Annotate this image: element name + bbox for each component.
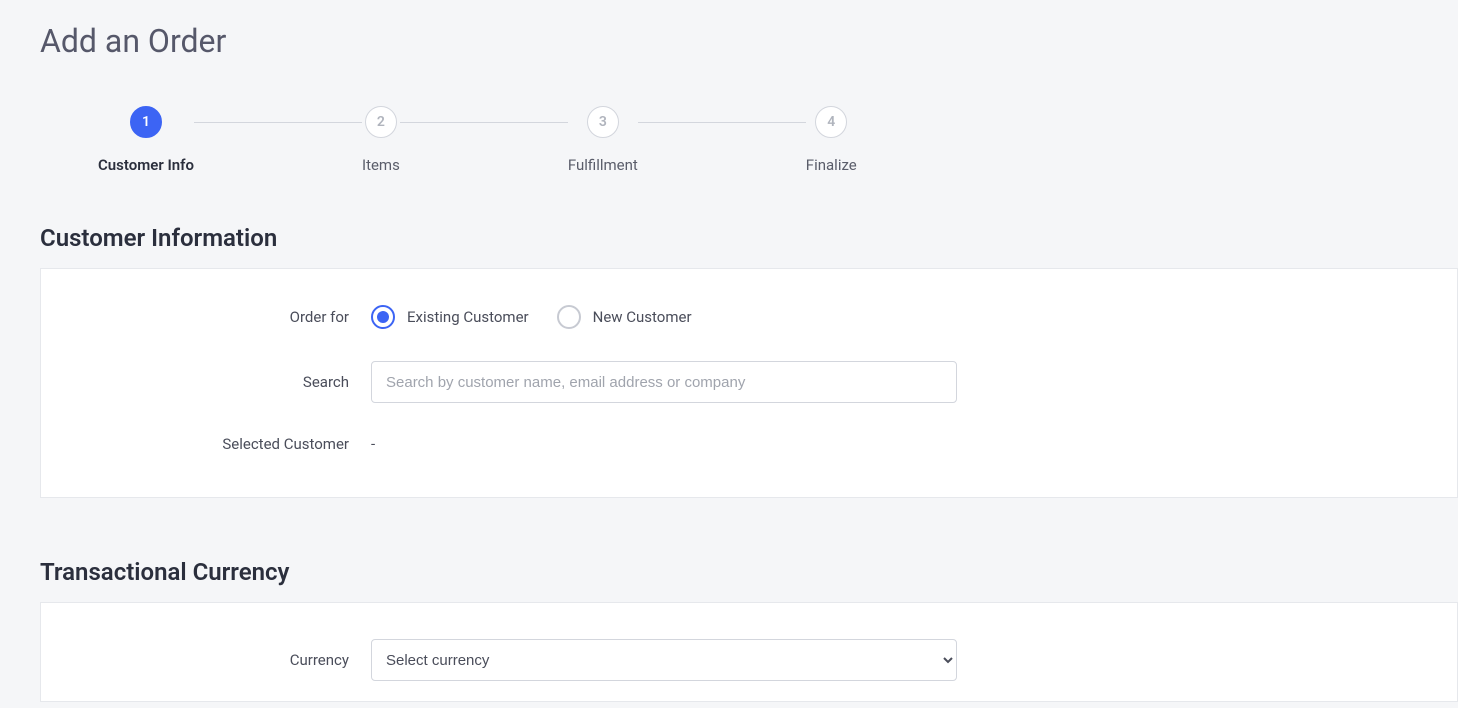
step-items[interactable]: 2 Items bbox=[362, 106, 400, 174]
step-number: 1 bbox=[130, 106, 162, 138]
transactional-currency-heading: Transactional Currency bbox=[40, 558, 1458, 586]
step-label: Customer Info bbox=[98, 156, 194, 174]
currency-select[interactable]: Select currency bbox=[371, 639, 957, 681]
currency-panel: Currency Select currency bbox=[40, 602, 1458, 702]
step-connector bbox=[400, 122, 568, 123]
step-number: 2 bbox=[365, 106, 397, 138]
step-customer-info[interactable]: 1 Customer Info bbox=[98, 106, 194, 174]
radio-new-customer[interactable]: New Customer bbox=[557, 305, 692, 329]
stepper: 1 Customer Info 2 Items 3 Fulfillment 4 … bbox=[98, 106, 1458, 174]
customer-info-heading: Customer Information bbox=[40, 224, 1458, 252]
radio-label: New Customer bbox=[593, 308, 692, 326]
step-label: Finalize bbox=[806, 156, 857, 174]
radio-icon bbox=[371, 305, 395, 329]
search-label: Search bbox=[41, 373, 371, 391]
step-label: Items bbox=[362, 156, 400, 174]
radio-label: Existing Customer bbox=[407, 308, 529, 326]
currency-label: Currency bbox=[41, 651, 371, 669]
page-title: Add an Order bbox=[40, 22, 1458, 60]
selected-customer-value: - bbox=[371, 435, 375, 453]
step-label: Fulfillment bbox=[568, 156, 638, 174]
step-number: 4 bbox=[815, 106, 847, 138]
step-fulfillment[interactable]: 3 Fulfillment bbox=[568, 106, 638, 174]
radio-existing-customer[interactable]: Existing Customer bbox=[371, 305, 529, 329]
step-connector bbox=[194, 122, 362, 123]
selected-customer-label: Selected Customer bbox=[41, 435, 371, 453]
customer-info-panel: Order for Existing Customer New Customer… bbox=[40, 268, 1458, 498]
customer-search-input[interactable] bbox=[371, 361, 957, 403]
step-connector bbox=[638, 122, 806, 123]
order-for-label: Order for bbox=[41, 308, 371, 326]
step-number: 3 bbox=[587, 106, 619, 138]
step-finalize[interactable]: 4 Finalize bbox=[806, 106, 857, 174]
radio-icon bbox=[557, 305, 581, 329]
